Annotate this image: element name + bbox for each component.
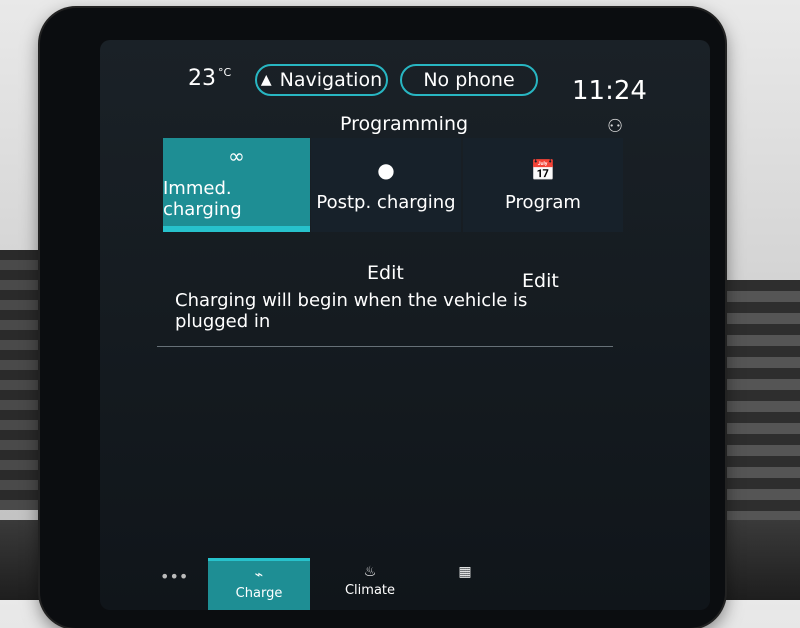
- climate-icon: ♨: [363, 564, 377, 580]
- navigation-label: Navigation: [279, 69, 383, 91]
- temperature-display: 23 °C: [188, 66, 231, 91]
- clock-icon: ●: [377, 157, 395, 182]
- phone-status-label: No phone: [423, 69, 515, 91]
- divider: [157, 346, 613, 347]
- calendar-check-icon: 📅: [530, 157, 556, 182]
- charging-mode-tabs: ∞ Immed. charging ● Postp. charging 📅 Pr…: [163, 138, 623, 238]
- nav-calendar[interactable]: ▦: [440, 558, 490, 610]
- phone-status-button[interactable]: No phone: [400, 64, 538, 96]
- clock: 11:24: [572, 76, 647, 106]
- temperature-value: 23: [188, 66, 216, 91]
- nav-charge[interactable]: ⌁ Charge: [208, 558, 310, 610]
- navigation-button[interactable]: ▲ Navigation: [255, 64, 388, 96]
- nav-label: Charge: [235, 586, 283, 601]
- nav-label: Climate: [344, 583, 396, 598]
- nav-climate[interactable]: ♨ Climate: [330, 558, 410, 610]
- tab-label: Immed. charging: [163, 178, 242, 220]
- temperature-unit: °C: [218, 66, 232, 79]
- tab-immediate-charging[interactable]: ∞ Immed. charging: [163, 138, 310, 232]
- edit-postponed-button[interactable]: Edit: [367, 262, 404, 284]
- infinity-icon: ∞: [228, 144, 245, 168]
- section-title: Programming: [340, 113, 469, 135]
- tab-label: Program: [505, 191, 581, 213]
- charging-status-message: Charging will begin when the vehicle is …: [175, 290, 528, 332]
- tab-postponed-charging[interactable]: ● Postp. charging: [311, 138, 461, 232]
- tab-label: Postp. charging: [316, 191, 456, 213]
- charge-icon: ⌁: [254, 567, 264, 583]
- seat-icon[interactable]: ⚇: [607, 116, 623, 137]
- more-icon[interactable]: •••: [160, 567, 188, 586]
- infotainment-screen: 23 °C ▲ Navigation No phone 11:24 Program…: [100, 40, 710, 610]
- edit-program-button[interactable]: Edit: [522, 270, 559, 292]
- navigation-arrow-icon: ▲: [260, 72, 272, 88]
- tab-program[interactable]: 📅 Program: [463, 138, 623, 232]
- bottom-navigation: ••• ⌁ Charge ♨ Climate ▦: [100, 550, 710, 610]
- calendar-icon: ▦: [458, 564, 472, 580]
